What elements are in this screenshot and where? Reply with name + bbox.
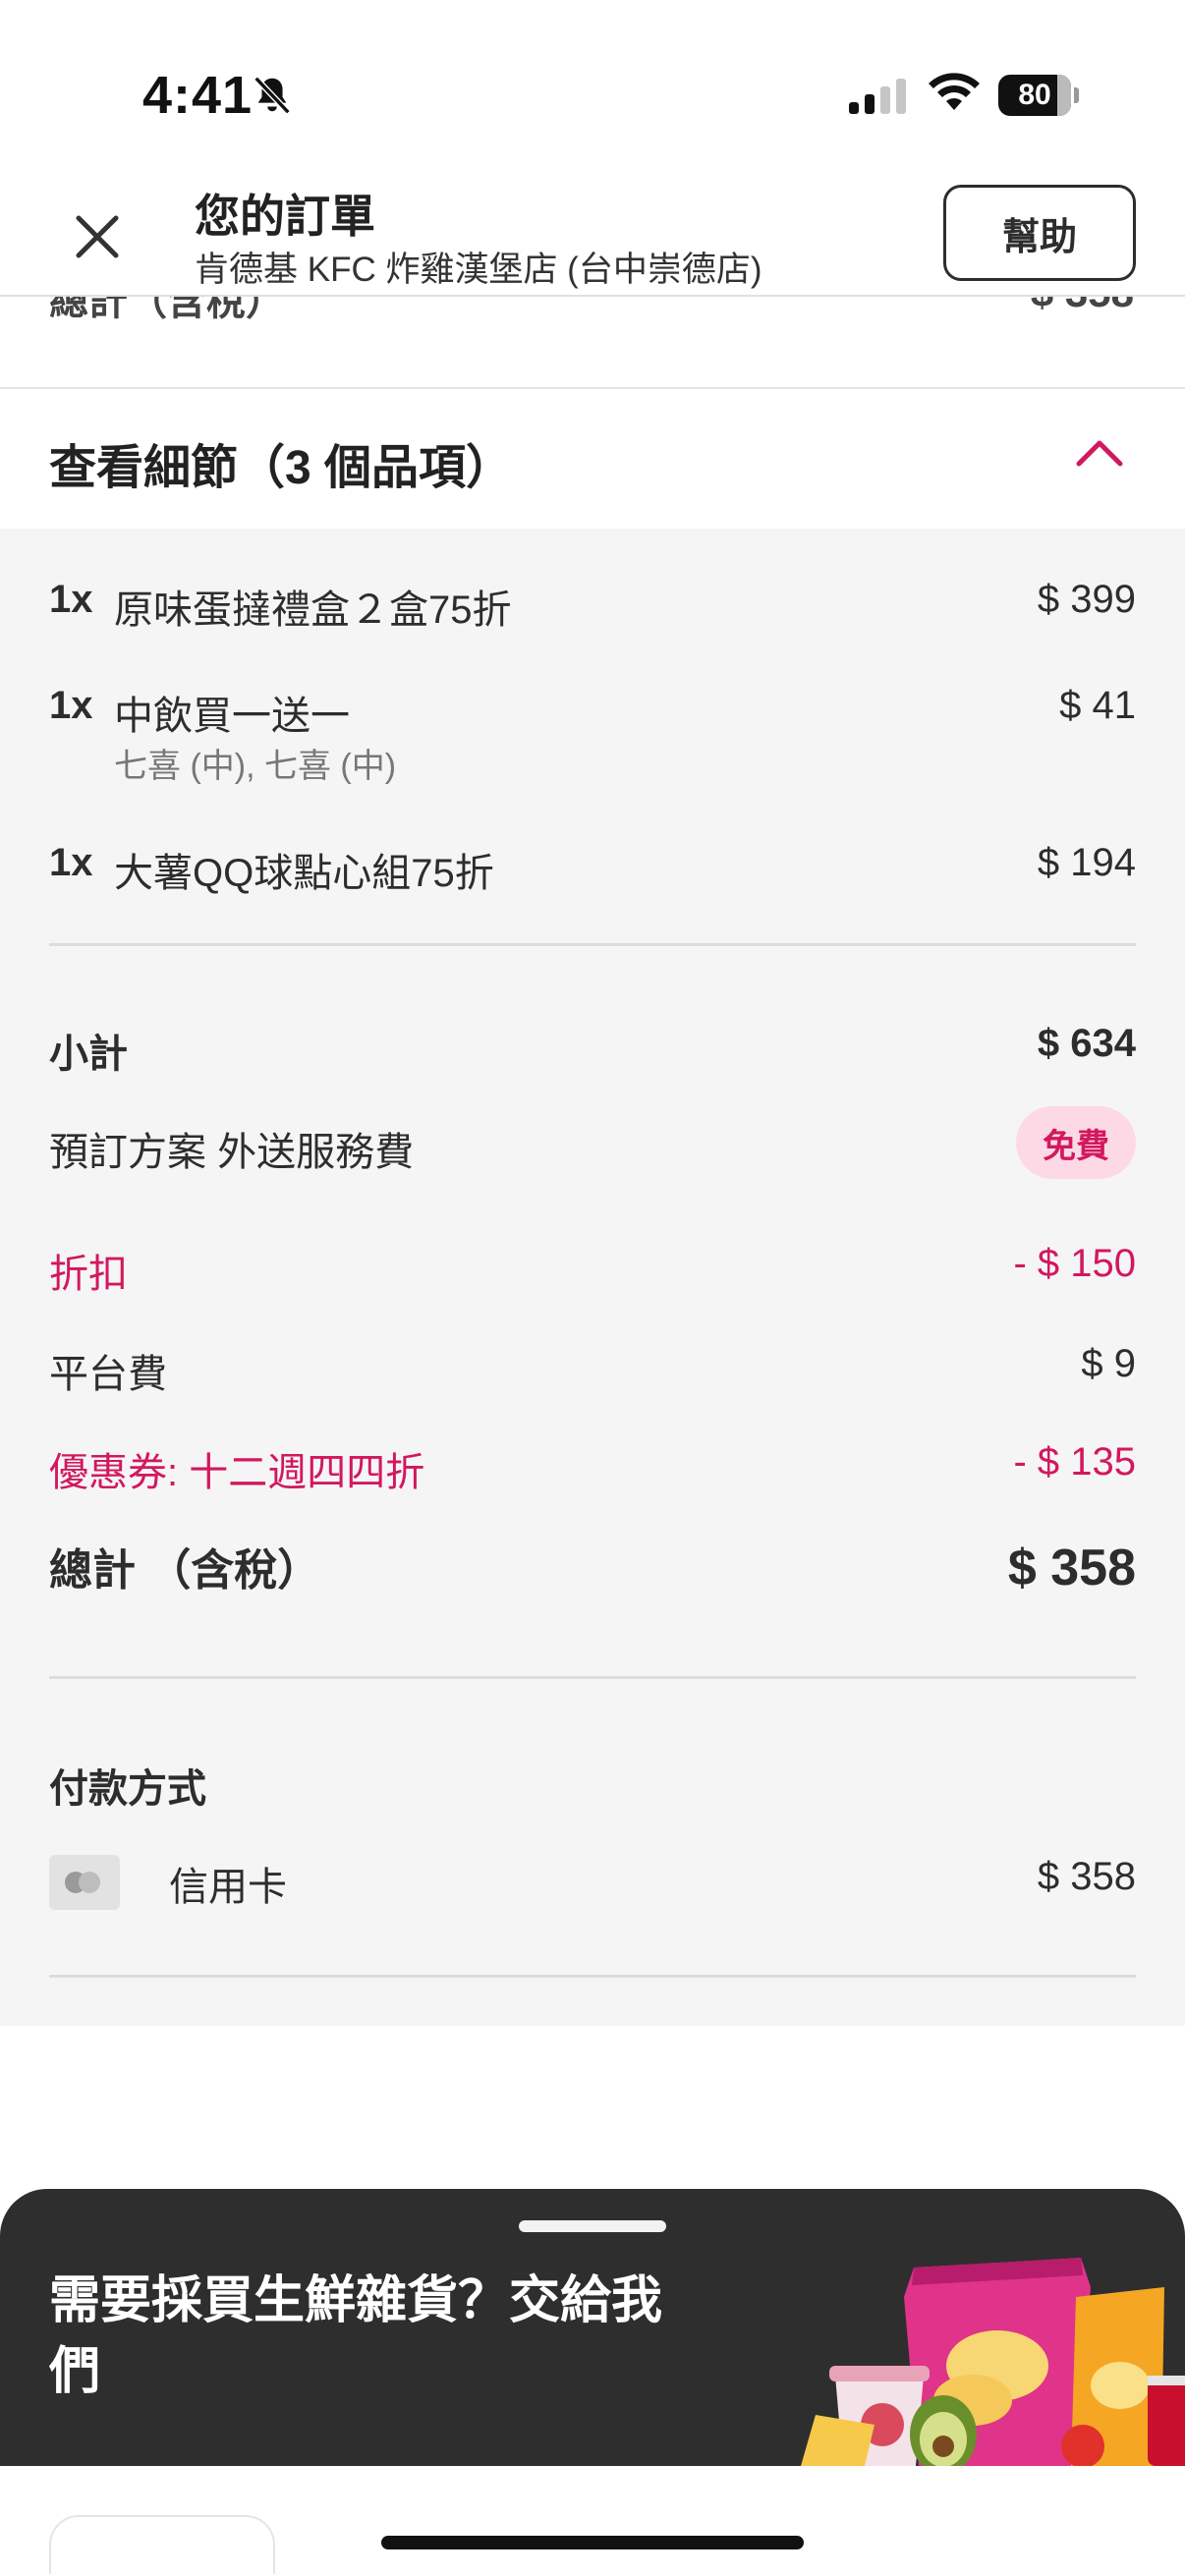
total-label: 總計 （含稅）: [49, 1546, 321, 1595]
subtotal-value: $ 634: [1037, 1022, 1136, 1065]
details-toggle[interactable]: 查看細節（3 個品項）: [0, 391, 1185, 529]
status-bar: 4:41 80: [0, 0, 1185, 177]
discount-value: - $ 150: [1013, 1242, 1136, 1285]
item-price: $ 41: [1059, 684, 1136, 727]
item-name: 中飲買一送一: [114, 695, 350, 738]
item-name: 原味蛋撻禮盒２盒75折: [114, 588, 512, 632]
status-time: 4:41: [142, 66, 254, 125]
groceries-illustration-icon: [801, 2258, 1185, 2466]
promo-text: 需要採買生鮮雜貨？交給我們: [49, 2272, 663, 2400]
item-quantity: 1x: [49, 841, 93, 884]
subtotal-label: 小計: [49, 1033, 128, 1076]
help-button[interactable]: 幫助: [943, 185, 1136, 281]
wifi-icon: [929, 73, 980, 110]
divider: [49, 943, 1136, 946]
divider: [49, 1975, 1136, 1978]
item-name: 大薯QQ球點心組75折: [114, 852, 494, 895]
sheet-grabber[interactable]: [519, 2220, 666, 2232]
total-value: $ 358: [1007, 1540, 1136, 1596]
page-title: 您的訂單: [195, 191, 375, 242]
item-quantity: 1x: [49, 578, 93, 621]
platform-fee-value: $ 9: [1081, 1342, 1136, 1385]
credit-card-icon: [49, 1855, 120, 1910]
discount-label: 折扣: [49, 1253, 128, 1296]
payment-amount: $ 358: [1037, 1855, 1136, 1898]
bottom-button-partial[interactable]: [49, 2515, 275, 2574]
coupon-label: 優惠券: 十二週四四折: [49, 1451, 425, 1494]
order-header: 您的訂單 肯德基 KFC 炸雞漢堡店 (台中崇德店) 幫助: [0, 177, 1185, 297]
details-title: 查看細節（3 個品項）: [49, 442, 514, 494]
home-indicator: [381, 2536, 804, 2549]
grocery-promo-banner[interactable]: 需要採買生鮮雜貨？交給我們: [0, 2189, 1185, 2466]
item-options: 七喜 (中), 七喜 (中): [114, 748, 397, 785]
cellular-signal-icon: [849, 79, 906, 114]
delivery-fee-label: 預訂方案 外送服務費: [49, 1131, 415, 1174]
coupon-value: - $ 135: [1013, 1440, 1136, 1484]
platform-fee-label: 平台費: [49, 1353, 167, 1396]
payment-heading: 付款方式: [49, 1767, 206, 1811]
item-quantity: 1x: [49, 684, 93, 727]
restaurant-name: 肯德基 KFC 炸雞漢堡店 (台中崇德店): [195, 251, 762, 289]
free-badge: 免費: [1016, 1106, 1136, 1179]
battery-icon: 80: [998, 75, 1079, 116]
chevron-up-icon[interactable]: [1071, 432, 1128, 472]
battery-level: 80: [1018, 79, 1051, 111]
total-peek-row: 總計（含稅） $ 358: [0, 297, 1185, 389]
item-price: $ 194: [1037, 841, 1136, 884]
close-icon[interactable]: [65, 204, 130, 269]
payment-method: 信用卡: [169, 1866, 287, 1909]
bell-muted-icon: [254, 76, 291, 115]
item-price: $ 399: [1037, 578, 1136, 621]
total-peek-label: 總計（含稅）: [49, 297, 285, 323]
total-peek-value: $ 358: [1031, 297, 1134, 316]
divider: [49, 1676, 1136, 1679]
